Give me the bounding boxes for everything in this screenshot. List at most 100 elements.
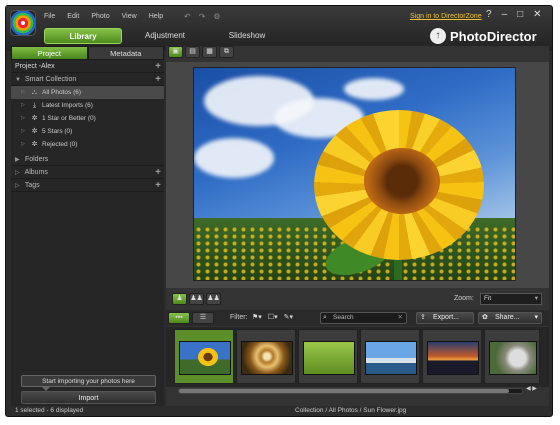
thumb-mode-buttons: ▪▪▪ ☰ [168,312,214,324]
photo-cloud [194,138,274,178]
scrollbar-thumb[interactable] [179,389,509,393]
app-logo-icon [10,10,36,36]
status-bar: 1 selected - 6 displayed Collection / Al… [11,407,549,416]
filter-label: Filter: [230,314,248,321]
collection-item-1-star[interactable]: ▷ ✲ 1 Star or Better (0) [11,112,164,125]
add-smart-collection-icon[interactable]: + [155,73,161,86]
tab-library[interactable]: Library [44,28,122,44]
add-project-icon[interactable]: + [155,60,161,73]
main-photo[interactable] [193,67,516,281]
brand: ↑ PhotoDirector [430,28,537,44]
import-icon: ⤓ [32,102,37,109]
panel-tabs: Project Metadata [11,46,164,60]
add-tag-icon[interactable]: + [155,179,161,192]
group-icon[interactable]: ♟♟ [206,293,221,305]
tab-adjustment[interactable]: Adjustment [126,28,204,44]
help-button[interactable]: ? [486,9,492,20]
scroll-left-icon[interactable]: ◀ [526,386,531,392]
undo-icon[interactable]: ↶ [184,12,191,21]
export-button[interactable]: ⇪ Export... [416,312,474,324]
filmstrip-mode-icon[interactable]: ▪▪▪ [168,312,190,324]
color-filter-icon[interactable]: ☐▾ [268,313,278,321]
maximize-button[interactable]: □ [517,9,523,20]
import-button[interactable]: Import [21,391,156,404]
compare-view-icon[interactable]: ⧉ [219,46,234,58]
collapsed-triangle-icon: ▷ [21,115,25,121]
selection-status: 1 selected - 6 displayed [15,407,84,414]
collapsed-triangle-icon: ▷ [21,89,25,95]
thumbnail-image [241,341,293,375]
signin-link[interactable]: Sign in to DirectorZone [410,13,482,20]
folders-label: Folders [24,156,49,163]
thumbnail-boat[interactable] [360,329,420,384]
collection-item-5-stars[interactable]: ▷ ✲ 5 Stars (0) [11,125,164,138]
photo-view-icon[interactable]: ▤ [185,46,200,58]
single-person-icon[interactable]: ♟ [172,293,187,305]
tab-metadata[interactable]: Metadata [87,46,164,60]
zoom-label: Zoom: [454,295,474,302]
photo-viewer [166,62,549,288]
menu-photo[interactable]: Photo [91,13,109,20]
collection-item-all-photos[interactable]: ▷ ⛬ All Photos (6) [11,86,164,99]
collection-item-label: 5 Stars (0) [42,128,73,135]
collection-item-label: Latest Imports (6) [42,102,93,109]
project-name: Project -Alex [15,63,55,70]
chevron-down-icon[interactable]: ▾ [534,313,538,323]
collection-item-rejected[interactable]: ▷ ✲ Rejected (0) [11,138,164,151]
quick-icons: ↶ ↷ ⚙ [184,12,221,21]
flag-filter-icon[interactable]: ⚑▾ [252,313,262,321]
expanded-triangle-icon[interactable]: ▼ [15,74,23,87]
collection-item-label: Rejected (0) [42,141,78,148]
smart-collection-header[interactable]: ▼ Smart Collection + [11,73,164,86]
filmstrip-scrollbar[interactable] [178,388,523,394]
tab-slideshow[interactable]: Slideshow [208,28,286,44]
albums-label: Albums [24,169,48,176]
search-icon: ⌕ [323,314,327,321]
thumbnail-bicycle[interactable] [298,329,358,384]
loupe-view-icon[interactable]: ▣ [168,46,183,58]
settings-gear-icon[interactable]: ⚙ [213,12,220,21]
pen-filter-icon[interactable]: ✎▾ [284,313,293,321]
add-album-icon[interactable]: + [155,166,161,179]
folders-header[interactable]: ▶ Folders [11,153,164,166]
thumbnail-image [179,341,231,375]
thumbnail-image [365,341,417,375]
filter-icons: ⚑▾ ☐▾ ✎▾ [252,313,293,321]
export-icon: ⇪ [420,314,426,321]
project-row[interactable]: Project -Alex + [11,60,164,73]
albums-header[interactable]: ▷ Albums + [11,166,164,179]
share-button[interactable]: ✿ Share... ▾ [478,312,542,324]
thumbnail-shell[interactable] [236,329,296,384]
people-icon[interactable]: ♟♟ [189,293,204,305]
import-hint-tooltip: Start importing your photos here [21,375,156,391]
clear-search-icon[interactable]: ✕ [398,313,403,323]
menu-file[interactable]: File [44,13,55,20]
scroll-arrows: ◀ ▶ [526,385,537,392]
thumbnail-sunset[interactable] [422,329,482,384]
thumbnail-sunflower[interactable] [174,329,234,384]
upload-arrow-icon[interactable]: ↑ [430,28,446,44]
menu-edit[interactable]: Edit [67,13,79,20]
list-mode-icon[interactable]: ☰ [192,312,214,324]
collapsed-triangle-icon[interactable]: ▷ [15,180,23,193]
collection-item-label: All Photos (6) [42,89,82,96]
tags-header[interactable]: ▷ Tags + [11,179,164,192]
view-mode-bar: ▣ ▤ ▦ ⧉ [168,46,234,60]
scroll-right-icon[interactable]: ▶ [532,386,537,392]
menu-help[interactable]: Help [149,13,163,20]
grid-view-icon[interactable]: ▦ [202,46,217,58]
close-button[interactable]: ✕ [533,9,541,20]
minimize-button[interactable]: – [502,9,508,20]
search-input[interactable]: ⌕ Search ✕ [320,312,407,324]
menu-view[interactable]: View [122,13,137,20]
thumbnail-image [489,341,537,375]
zoom-select[interactable]: Fit [480,293,542,305]
redo-icon[interactable]: ↷ [199,12,206,21]
thumbnail-image [303,341,355,375]
thumbnail-cat[interactable] [484,329,540,384]
zoom-bar: ♟ ♟♟ ♟♟ Zoom: Fit [166,290,549,308]
face-buttons: ♟ ♟♟ ♟♟ [172,293,221,305]
collection-item-latest-imports[interactable]: ▷ ⤓ Latest Imports (6) [11,99,164,112]
window-controls: ? – □ ✕ [486,9,542,20]
tab-project[interactable]: Project [11,46,88,60]
